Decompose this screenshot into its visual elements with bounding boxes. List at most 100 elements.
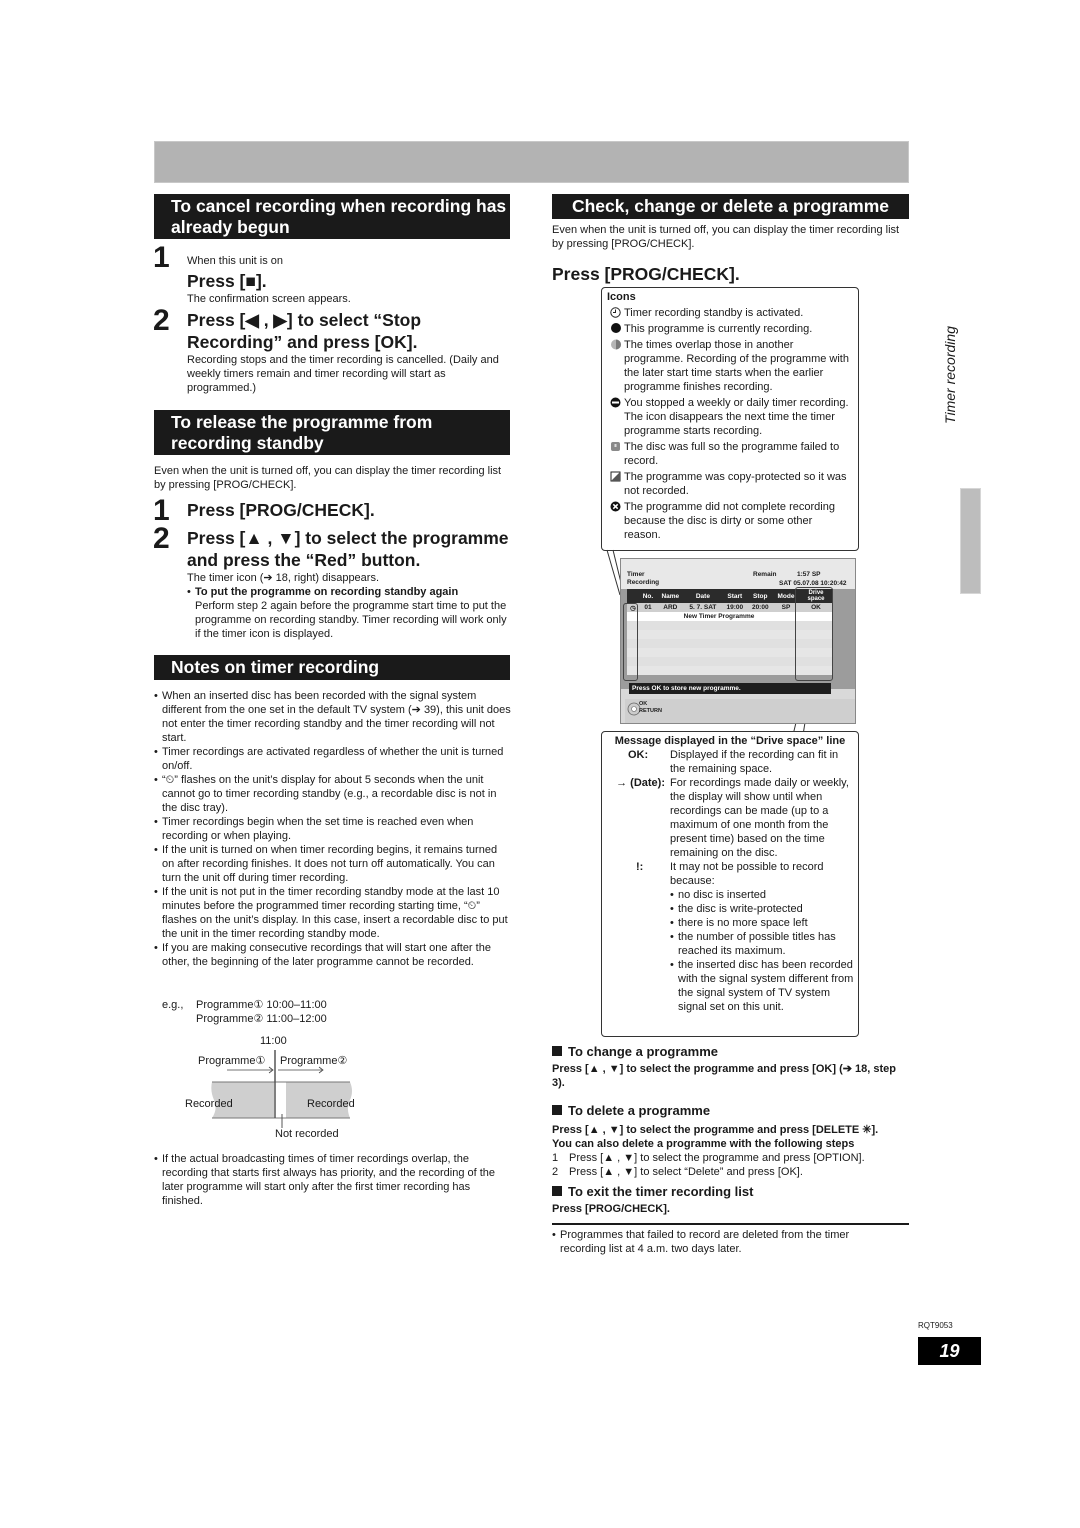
nav-ok-label: OK <box>639 701 648 707</box>
step-number: 1 <box>153 241 170 274</box>
screen-datetime: SAT 05.07.08 10:20:42 <box>779 580 847 587</box>
note-item: If the unit is turned on when timer reco… <box>154 843 512 885</box>
square-bullet-icon <box>552 1046 562 1056</box>
icon-legend-item: You stopped a weekly or daily timer reco… <box>607 396 852 438</box>
reasons-list: no disc is inserted the disc is write-pr… <box>670 888 854 1014</box>
screen-remain-label: Remain <box>753 571 777 578</box>
diagram-programme-2: Programme② <box>280 1055 348 1067</box>
check-section-header: Check, change or delete a programme <box>552 194 909 219</box>
step-title: Press [■]. <box>187 271 267 291</box>
reason-item: the disc is write-protected <box>670 902 854 916</box>
diagram-recorded-left: Recorded <box>185 1098 233 1110</box>
reason-item: the inserted disc has been recorded with… <box>670 958 854 1014</box>
note-item: When an inserted disc has been recorded … <box>154 689 512 745</box>
example-line-2: Programme② 11:00–12:00 <box>196 1013 327 1025</box>
icon-legend-item: Timer recording standby is activated. <box>607 306 852 320</box>
notes-list: When an inserted disc has been recorded … <box>154 689 512 969</box>
screen-title: Timer Recording <box>627 571 660 586</box>
message-item: → (Date): For recordings made daily or w… <box>616 777 849 859</box>
step-number: 2 <box>153 304 170 337</box>
example-label: e.g., <box>162 999 184 1011</box>
page-number: 19 <box>918 1337 981 1365</box>
note-text: Perform step 2 again before the programm… <box>195 600 507 640</box>
delete-step: 1 Press [▲ , ▼] to select the programme a… <box>552 1152 865 1164</box>
release-section-header: To release the programme from recording … <box>154 410 510 455</box>
delete-programme-text: Press [▲ , ▼] to select the programme an… <box>552 1124 879 1136</box>
delete-programme-heading: To delete a programme <box>552 1103 710 1119</box>
screen-remain-value: 1:57 SP <box>797 571 821 578</box>
reason-item: the number of possible titles has reache… <box>670 930 854 958</box>
example-line-1: Programme① 10:00–11:00 <box>196 999 327 1011</box>
note-title: To put the programme on recording standb… <box>195 586 459 598</box>
message-box-title: Message displayed in the “Drive space” l… <box>614 735 846 747</box>
overlap-note: If the actual broadcasting times of time… <box>154 1152 512 1208</box>
overlap-diagram: 11:00 Programme① Programme② Recorded Rec… <box>180 1034 380 1144</box>
overlap-icon <box>610 339 621 350</box>
check-intro: Even when the unit is turned off, you ca… <box>552 224 900 250</box>
column-header: Start <box>727 592 743 600</box>
reason-item: no disc is inserted <box>670 888 854 902</box>
icon-legend-item: This programme is currently recording. <box>607 322 852 336</box>
timer-standby-icon <box>610 307 621 318</box>
delete-alt-text: You can also delete a programme with the… <box>552 1138 855 1150</box>
column-header: Stop <box>753 592 768 600</box>
icon-legend-item: The programme did not complete recording… <box>607 500 852 542</box>
notes-section-header: Notes on timer recording <box>154 655 510 680</box>
message-item: OK: Displayed if the recording can fit i… <box>628 749 839 775</box>
screen-status-message: Press OK to store new programme. <box>629 683 831 694</box>
note-item: “⏲” flashes on the unit’s display for ab… <box>154 773 512 815</box>
diagram-recorded-right: Recorded <box>307 1098 355 1110</box>
stopped-icon <box>610 397 621 408</box>
diagram-time-label: 11:00 <box>260 1035 287 1047</box>
side-chapter-label: Timer recording <box>942 326 958 424</box>
copy-protected-icon <box>610 471 621 482</box>
change-programme-heading: To change a programme <box>552 1044 718 1060</box>
diagram-not-recorded: Not recorded <box>275 1128 339 1140</box>
standby-again-note: To put the programme on recording standb… <box>187 585 512 641</box>
recording-icon <box>610 323 621 333</box>
message-item: !: It may not be possible to record beca… <box>636 861 824 887</box>
delete-step: 2 Press [▲ , ▼] to select “Delete” and pr… <box>552 1166 803 1178</box>
icon-column-highlight <box>623 603 638 681</box>
step-description: The confirmation screen appears. <box>187 293 351 305</box>
drive-space-message-box: Message displayed in the “Drive space” l… <box>601 731 859 1037</box>
exit-list-heading: To exit the timer recording list <box>552 1184 753 1200</box>
timer-recording-screen: Timer Recording Remain 1:57 SP SAT 05.07.… <box>620 558 856 724</box>
icon-legend-item: The times overlap those in another progr… <box>607 338 852 394</box>
step-description: The timer icon (➔ 18, right) disappears. <box>187 572 380 584</box>
column-header: Name <box>661 592 680 600</box>
failed-icon <box>610 501 621 512</box>
screen-nav-hints: OK RETURN <box>639 701 662 715</box>
note-item: If you are making consecutive recordings… <box>154 941 512 969</box>
step-precondition: When this unit is on <box>187 255 283 267</box>
change-programme-text: Press [▲ , ▼] to select the programme an… <box>552 1063 896 1089</box>
release-intro: Even when the unit is turned off, you ca… <box>154 465 502 491</box>
diagram-programme-1: Programme① <box>198 1055 266 1067</box>
icons-legend-box: Icons Timer recording standby is activat… <box>601 287 859 551</box>
step-title: Press [▲ , ▼] to select the programme an… <box>187 528 509 570</box>
icon-legend-item: The disc was full so the programme faile… <box>607 440 852 468</box>
column-header: Date <box>695 592 710 600</box>
nav-return-label: RETURN <box>639 708 662 714</box>
disc-full-icon <box>611 442 620 451</box>
section-divider <box>552 1223 909 1225</box>
step-title: Press [PROG/CHECK]. <box>187 500 375 520</box>
note-item: Timer recordings are activated regardles… <box>154 745 512 773</box>
icon-legend-item: The programme was copy-protected so it w… <box>607 470 852 498</box>
drive-space-column-highlight <box>795 587 833 681</box>
exit-list-text: Press [PROG/CHECK]. <box>552 1203 670 1215</box>
square-bullet-icon <box>552 1186 562 1196</box>
step-title: Press [◀ , ▶] to select “Stop Recording”… <box>187 310 422 352</box>
footnote: Programmes that failed to record are del… <box>552 1228 892 1256</box>
step-number: 2 <box>153 522 170 555</box>
document-code: RQT9053 <box>918 1321 953 1330</box>
step-description: Recording stops and the timer recording … <box>187 354 499 394</box>
chapter-tab <box>960 488 981 594</box>
cancel-section-header: To cancel recording when recording has a… <box>154 194 510 239</box>
reason-item: there is no more space left <box>670 916 854 930</box>
note-item: If the unit is not put in the timer reco… <box>154 885 512 941</box>
note-item: If the actual broadcasting times of time… <box>154 1152 512 1208</box>
square-bullet-icon <box>552 1105 562 1115</box>
header-bar <box>154 141 909 183</box>
press-prog-check-title: Press [PROG/CHECK]. <box>552 264 740 284</box>
